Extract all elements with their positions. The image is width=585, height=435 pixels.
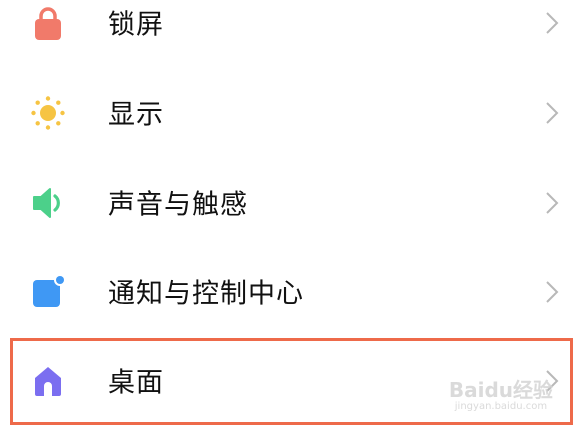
settings-item-notifications[interactable]: 通知与控制中心 xyxy=(0,247,585,336)
settings-list: 锁屏 显示 声音与触感 通知与控制中心 桌面 xyxy=(0,0,585,435)
settings-item-lock-screen[interactable]: 锁屏 xyxy=(0,0,585,67)
sun-icon xyxy=(30,95,66,131)
settings-item-label: 锁屏 xyxy=(108,9,164,41)
home-icon xyxy=(30,363,66,399)
lock-icon xyxy=(30,5,66,41)
settings-item-label: 声音与触感 xyxy=(108,189,248,221)
settings-page: 锁屏 显示 声音与触感 通知与控制中心 桌面 Baidu经验 jingyan.b… xyxy=(0,0,585,435)
chevron-right-icon xyxy=(545,11,559,35)
chevron-right-icon xyxy=(545,191,559,215)
settings-item-display[interactable]: 显示 xyxy=(0,68,585,157)
settings-item-desktop[interactable]: 桌面 xyxy=(0,336,585,425)
settings-item-label: 通知与控制中心 xyxy=(108,278,304,310)
chevron-right-icon xyxy=(545,369,559,393)
settings-item-label: 桌面 xyxy=(108,367,164,399)
chevron-right-icon xyxy=(545,280,559,304)
speaker-icon xyxy=(30,185,66,221)
settings-item-sound-haptics[interactable]: 声音与触感 xyxy=(0,158,585,247)
chevron-right-icon xyxy=(545,101,559,125)
settings-item-label: 显示 xyxy=(108,99,164,131)
notification-icon xyxy=(30,273,66,310)
